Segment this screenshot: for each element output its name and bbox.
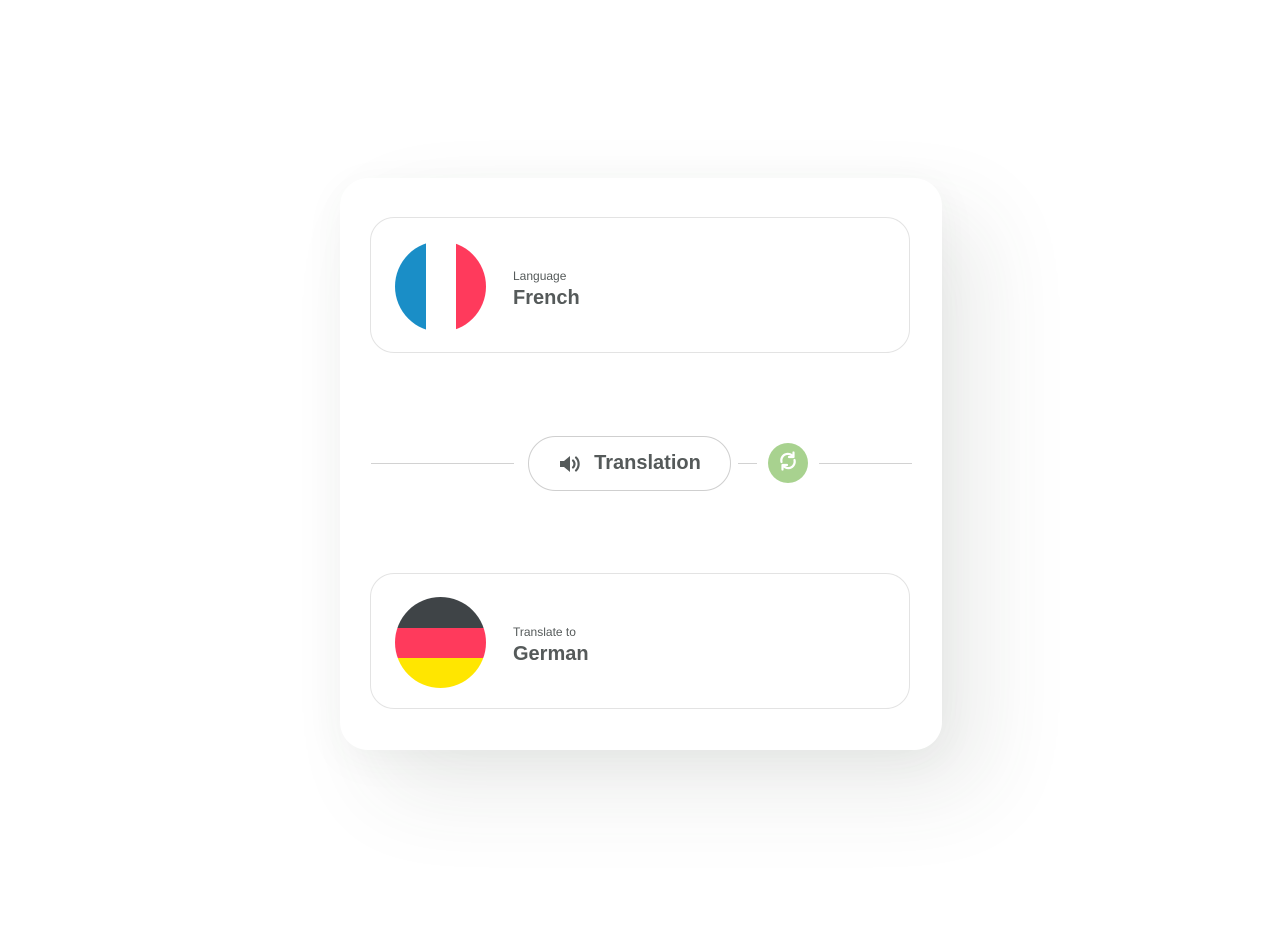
page: Language French Translation Translate to… (0, 0, 1280, 926)
divider-line-left (371, 463, 514, 464)
target-language-caption: Translate to (513, 625, 576, 639)
translation-button[interactable]: Translation (528, 436, 731, 491)
france-flag-icon (395, 241, 486, 332)
germany-flag-icon (395, 597, 486, 688)
source-language-text: Language French (513, 268, 580, 311)
divider-line-right (819, 463, 912, 464)
target-language-text: Translate to German (513, 624, 589, 667)
translation-button-label: Translation (594, 452, 701, 474)
speaker-icon (558, 452, 582, 476)
source-language-caption: Language (513, 269, 567, 283)
source-language-selector[interactable]: Language French (370, 217, 910, 353)
source-language-name: French (513, 287, 580, 309)
divider-line-middle (738, 463, 757, 464)
swap-icon (776, 449, 800, 478)
target-language-selector[interactable]: Translate to German (370, 573, 910, 709)
translator-card: Language French Translation Translate to… (340, 178, 942, 750)
swap-languages-button[interactable] (768, 443, 808, 483)
target-language-name: German (513, 643, 589, 665)
